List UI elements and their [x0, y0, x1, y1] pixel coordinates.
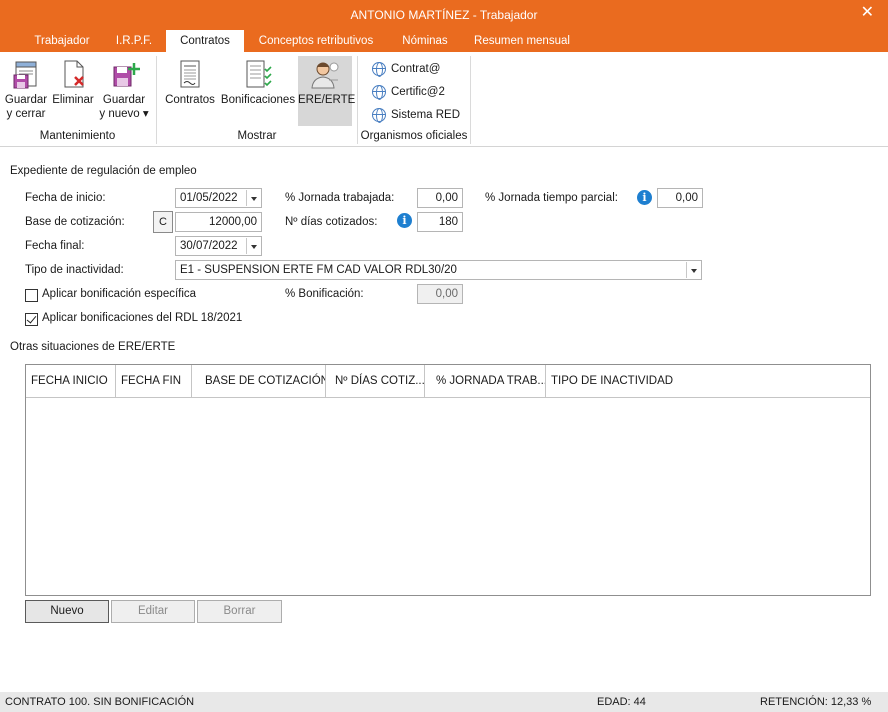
bonificacion-especifica-label: Aplicar bonificación específica	[42, 288, 197, 300]
ribbon-separator	[470, 56, 471, 144]
globe-icon	[372, 85, 386, 100]
fecha-final-value: 30/07/2022	[180, 240, 238, 252]
eliminar-button[interactable]: Eliminar	[50, 58, 96, 107]
tipo-inactividad-select[interactable]: E1 - SUSPENSION ERTE FM CAD VALOR RDL30/…	[175, 260, 702, 280]
fecha-inicio-value: 01/05/2022	[180, 192, 238, 204]
ere-erte-button[interactable]: ERE/ERTE	[298, 56, 356, 126]
status-edad: EDAD: 44	[597, 696, 646, 708]
base-cotizacion-label: Base de cotización:	[25, 216, 125, 228]
group-label-mantenimiento: Mantenimiento	[39, 130, 116, 142]
tipo-inactividad-value: E1 - SUSPENSION ERTE FM CAD VALOR RDL30/…	[180, 264, 457, 276]
fecha-final-field[interactable]: 30/07/2022	[175, 236, 262, 256]
guardar-nuevo-button[interactable]: Guardar y nuevo ▾	[98, 58, 150, 121]
column-header-jornada-trabajada[interactable]: % JORNADA TRAB...	[425, 365, 546, 398]
editar-button[interactable]: Editar	[111, 600, 195, 623]
globe-icon	[372, 62, 386, 77]
close-icon[interactable]: ✕	[861, 5, 874, 21]
dias-cotizados-label: Nº días cotizados:	[285, 216, 378, 228]
info-icon[interactable]: i	[637, 190, 652, 205]
bonificaciones-button[interactable]: Bonificaciones	[219, 58, 297, 107]
date-dropdown-button[interactable]	[246, 238, 260, 254]
certifica-link[interactable]: Certific@2	[372, 85, 445, 100]
contratos-button[interactable]: Contratos	[162, 58, 218, 107]
save-close-icon	[10, 58, 42, 90]
jornada-parcial-field[interactable]: 0,00	[657, 188, 703, 208]
select-dropdown-button[interactable]	[686, 262, 700, 278]
tab-contratos[interactable]: Contratos	[166, 30, 244, 53]
certifica-label: Certific@2	[391, 86, 445, 98]
status-retencion: RETENCIÓN: 12,33 %	[760, 696, 872, 708]
group-label-organismos: Organismos oficiales	[360, 130, 468, 142]
globe-icon	[372, 108, 386, 123]
borrar-button[interactable]: Borrar	[197, 600, 282, 623]
info-icon[interactable]: i	[397, 213, 412, 228]
contratos-label: Contratos	[165, 94, 215, 106]
bonificaciones-rdl-label: Aplicar bonificaciones del RDL 18/2021	[42, 312, 243, 324]
title-bar: ANTONIO MARTÍNEZ - Trabajador ✕	[0, 0, 888, 30]
jornada-trabajada-field[interactable]: 0,00	[417, 188, 463, 208]
bonificaciones-rdl-checkbox[interactable]	[25, 313, 38, 326]
window-title: ANTONIO MARTÍNEZ - Trabajador	[350, 8, 538, 22]
person-icon	[309, 58, 341, 90]
column-header-fecha-fin[interactable]: FECHA FIN	[116, 365, 192, 398]
otras-situaciones-title: Otras situaciones de ERE/ERTE	[10, 341, 176, 353]
column-header-dias-cotizados[interactable]: Nº DÍAS COTIZ...	[326, 365, 425, 398]
checklist-icon	[242, 58, 274, 90]
bonificacion-label: % Bonificación:	[285, 288, 364, 300]
status-contrato: CONTRATO 100. SIN BONIFICACIÓN	[5, 696, 195, 708]
guardar-cerrar-label-1: Guardar	[4, 94, 48, 106]
ere-erte-label: ERE/ERTE	[298, 94, 356, 106]
column-header-tipo-inactividad[interactable]: TIPO DE INACTIVIDAD	[546, 365, 870, 398]
guardar-cerrar-label-2: y cerrar	[6, 108, 46, 120]
sistema-red-link[interactable]: Sistema RED	[372, 108, 461, 123]
bonificacion-especifica-checkbox[interactable]	[25, 289, 38, 302]
tipo-inactividad-label: Tipo de inactividad:	[25, 264, 124, 276]
save-new-icon	[108, 58, 140, 90]
ere-erte-table[interactable]: FECHA INICIO FECHA FIN BASE DE COTIZACIÓ…	[25, 364, 871, 596]
group-label-mostrar: Mostrar	[237, 130, 277, 142]
eliminar-label: Eliminar	[52, 94, 94, 106]
base-cotizacion-field[interactable]: 12000,00	[175, 212, 262, 232]
ribbon: Guardar y cerrar Eliminar Guardar y nuev…	[0, 52, 888, 147]
bonificaciones-label: Bonificaciones	[220, 94, 296, 106]
jornada-trabajada-label: % Jornada trabajada:	[285, 192, 395, 204]
date-dropdown-button[interactable]	[246, 190, 260, 206]
tab-trabajador[interactable]: Trabajador	[22, 30, 102, 52]
tab-resumen-mensual[interactable]: Resumen mensual	[466, 30, 578, 52]
nuevo-button[interactable]: Nuevo	[25, 600, 109, 623]
fecha-inicio-field[interactable]: 01/05/2022	[175, 188, 262, 208]
status-bar: CONTRATO 100. SIN BONIFICACIÓN EDAD: 44 …	[0, 692, 888, 712]
contrata-label: Contrat@	[391, 63, 441, 75]
fecha-inicio-label: Fecha de inicio:	[25, 192, 106, 204]
fecha-final-label: Fecha final:	[25, 240, 85, 252]
chevron-down-icon	[251, 245, 257, 249]
jornada-parcial-label: % Jornada tiempo parcial:	[485, 192, 618, 204]
guardar-nuevo-label-1: Guardar	[102, 94, 146, 106]
tab-nominas[interactable]: Nóminas	[390, 30, 460, 52]
contract-document-icon	[174, 58, 206, 90]
tab-bar: Trabajador I.R.P.F. Contratos Conceptos …	[0, 30, 888, 53]
calculate-base-button[interactable]: C	[153, 211, 173, 233]
section-title: Expediente de regulación de empleo	[10, 165, 197, 177]
delete-document-icon	[57, 58, 89, 90]
guardar-cerrar-button[interactable]: Guardar y cerrar	[3, 58, 49, 121]
chevron-down-icon	[691, 269, 697, 273]
dias-cotizados-field[interactable]: 180	[417, 212, 463, 232]
column-header-fecha-inicio[interactable]: FECHA INICIO	[26, 365, 116, 398]
tab-conceptos-retributivos[interactable]: Conceptos retributivos	[248, 30, 384, 52]
column-header-base-cotizacion[interactable]: BASE DE COTIZACIÓN	[192, 365, 326, 398]
table-header: FECHA INICIO FECHA FIN BASE DE COTIZACIÓ…	[26, 365, 870, 398]
chevron-down-icon	[251, 197, 257, 201]
bonificacion-field[interactable]: 0,00	[417, 284, 463, 304]
sistema-red-label: Sistema RED	[391, 109, 461, 121]
guardar-nuevo-label-2: y nuevo ▾	[99, 108, 149, 120]
tab-irpf[interactable]: I.R.P.F.	[104, 30, 164, 52]
contrata-link[interactable]: Contrat@	[372, 62, 441, 77]
